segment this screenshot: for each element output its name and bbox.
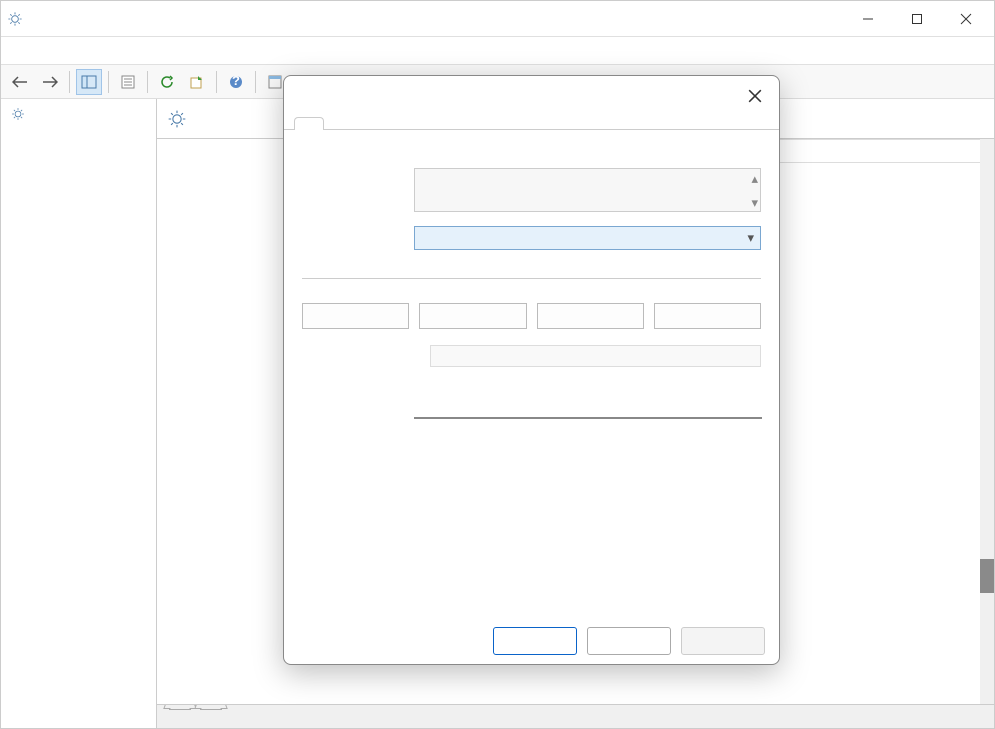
back-button[interactable] <box>7 69 33 95</box>
console-tree <box>1 99 157 728</box>
stop-button[interactable] <box>419 303 526 329</box>
up-arrow-icon[interactable]: ▴ <box>751 171 758 187</box>
minimize-button[interactable] <box>845 5 890 33</box>
cancel-button[interactable] <box>587 627 671 655</box>
gear-icon <box>11 107 25 121</box>
titlebar <box>1 1 994 37</box>
tab-general[interactable] <box>294 117 324 130</box>
tab-standard[interactable] <box>200 705 222 710</box>
properties-button[interactable] <box>115 69 141 95</box>
scrollbar-thumb[interactable] <box>980 559 994 593</box>
show-hide-tree-button[interactable] <box>76 69 102 95</box>
scrollbar-track[interactable] <box>980 139 994 704</box>
forward-button[interactable] <box>37 69 63 95</box>
description-label <box>302 168 414 212</box>
gear-icon <box>167 109 187 129</box>
tab-recovery[interactable] <box>354 116 384 129</box>
tab-logon[interactable] <box>324 116 354 129</box>
refresh-button[interactable] <box>154 69 180 95</box>
service-properties-dialog: ▴▾ ▾ <box>283 75 780 665</box>
services-app-icon <box>7 11 23 27</box>
description-textbox[interactable]: ▴▾ <box>414 168 761 212</box>
ok-button[interactable] <box>493 627 577 655</box>
menubar <box>1 37 994 65</box>
chevron-down-icon: ▾ <box>747 230 754 246</box>
tab-dependencies[interactable] <box>384 116 414 129</box>
help-button[interactable]: ? <box>223 69 249 95</box>
pause-button[interactable] <box>537 303 644 329</box>
startup-type-dropdown[interactable] <box>414 417 762 419</box>
export-list-button[interactable] <box>184 69 210 95</box>
svg-text:?: ? <box>232 75 240 88</box>
dialog-close-button[interactable] <box>745 86 765 106</box>
maximize-button[interactable] <box>894 5 939 33</box>
apply-button[interactable] <box>681 627 765 655</box>
tree-item-services-local[interactable] <box>7 105 150 123</box>
resume-button[interactable] <box>654 303 761 329</box>
startup-type-combobox[interactable]: ▾ <box>414 226 761 250</box>
bottom-tabs <box>157 704 994 728</box>
tab-extended[interactable] <box>169 705 191 710</box>
start-params-input <box>430 345 761 367</box>
close-button[interactable] <box>943 5 988 33</box>
down-arrow-icon[interactable]: ▾ <box>751 195 758 211</box>
dialog-tabs <box>284 116 779 129</box>
start-button[interactable] <box>302 303 409 329</box>
dialog-titlebar <box>284 76 779 116</box>
